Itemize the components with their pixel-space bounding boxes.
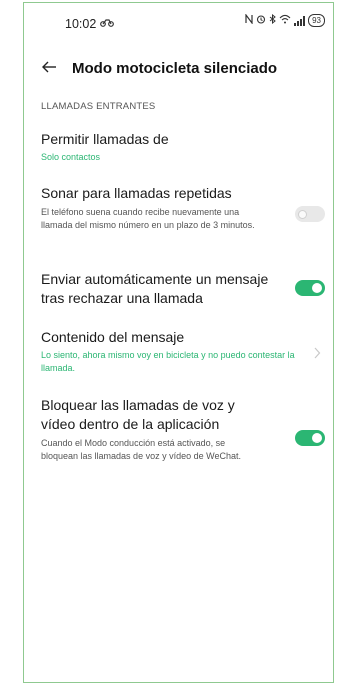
repeat-calls-description: El teléfono suena cuando recibe nuevamen…	[41, 207, 255, 230]
block-app-calls-description: Cuando el Modo conducción está activado,…	[41, 438, 241, 461]
back-arrow-icon[interactable]	[40, 55, 60, 79]
nfc-icon	[245, 13, 253, 27]
message-content-row[interactable]: Contenido del mensaje Lo siento, ahora m…	[41, 328, 297, 375]
auto-message-toggle[interactable]	[295, 280, 325, 296]
status-time: 10:02	[65, 17, 97, 31]
signal-icon	[294, 15, 306, 26]
battery-indicator: 93	[308, 14, 325, 27]
status-icons: 93	[245, 13, 325, 27]
section-label: LLAMADAS ENTRANTES	[41, 101, 156, 112]
app-header: Modo motocicleta silenciado	[24, 55, 333, 85]
auto-message-row: Enviar automáticamente un mensaje tras r…	[41, 270, 273, 308]
message-content-value: Lo siento, ahora mismo voy en bicicleta …	[41, 350, 295, 373]
wifi-icon	[279, 14, 291, 27]
block-app-calls-toggle[interactable]	[295, 430, 325, 446]
auto-message-title: Enviar automáticamente un mensaje tras r…	[41, 271, 269, 306]
allow-calls-from-value: Solo contactos	[41, 152, 101, 162]
page-title: Modo motocicleta silenciado	[72, 60, 278, 77]
message-content-title: Contenido del mensaje	[41, 329, 185, 345]
repeat-calls-toggle[interactable]	[295, 206, 325, 222]
toggle-knob	[312, 433, 322, 443]
repeat-calls-row: Sonar para llamadas repetidas El teléfon…	[41, 184, 317, 232]
allow-calls-from-title: Permitir llamadas de	[41, 131, 169, 147]
block-app-calls-row: Bloquear las llamadas de voz y vídeo den…	[41, 396, 247, 463]
bluetooth-icon	[269, 13, 276, 27]
motorcycle-icon	[100, 16, 114, 30]
toggle-knob	[312, 283, 322, 293]
alarm-icon	[256, 14, 266, 27]
phone-screen: 10:02 93 Modo motocicleta silenciado LLA…	[23, 2, 334, 683]
chevron-right-icon	[313, 346, 321, 359]
status-bar: 10:02 93	[24, 3, 333, 41]
block-app-calls-title: Bloquear las llamadas de voz y vídeo den…	[41, 397, 235, 432]
repeat-calls-title: Sonar para llamadas repetidas	[41, 185, 232, 201]
allow-calls-from-row[interactable]: Permitir llamadas de Solo contactos	[41, 130, 317, 164]
toggle-knob	[298, 209, 307, 219]
